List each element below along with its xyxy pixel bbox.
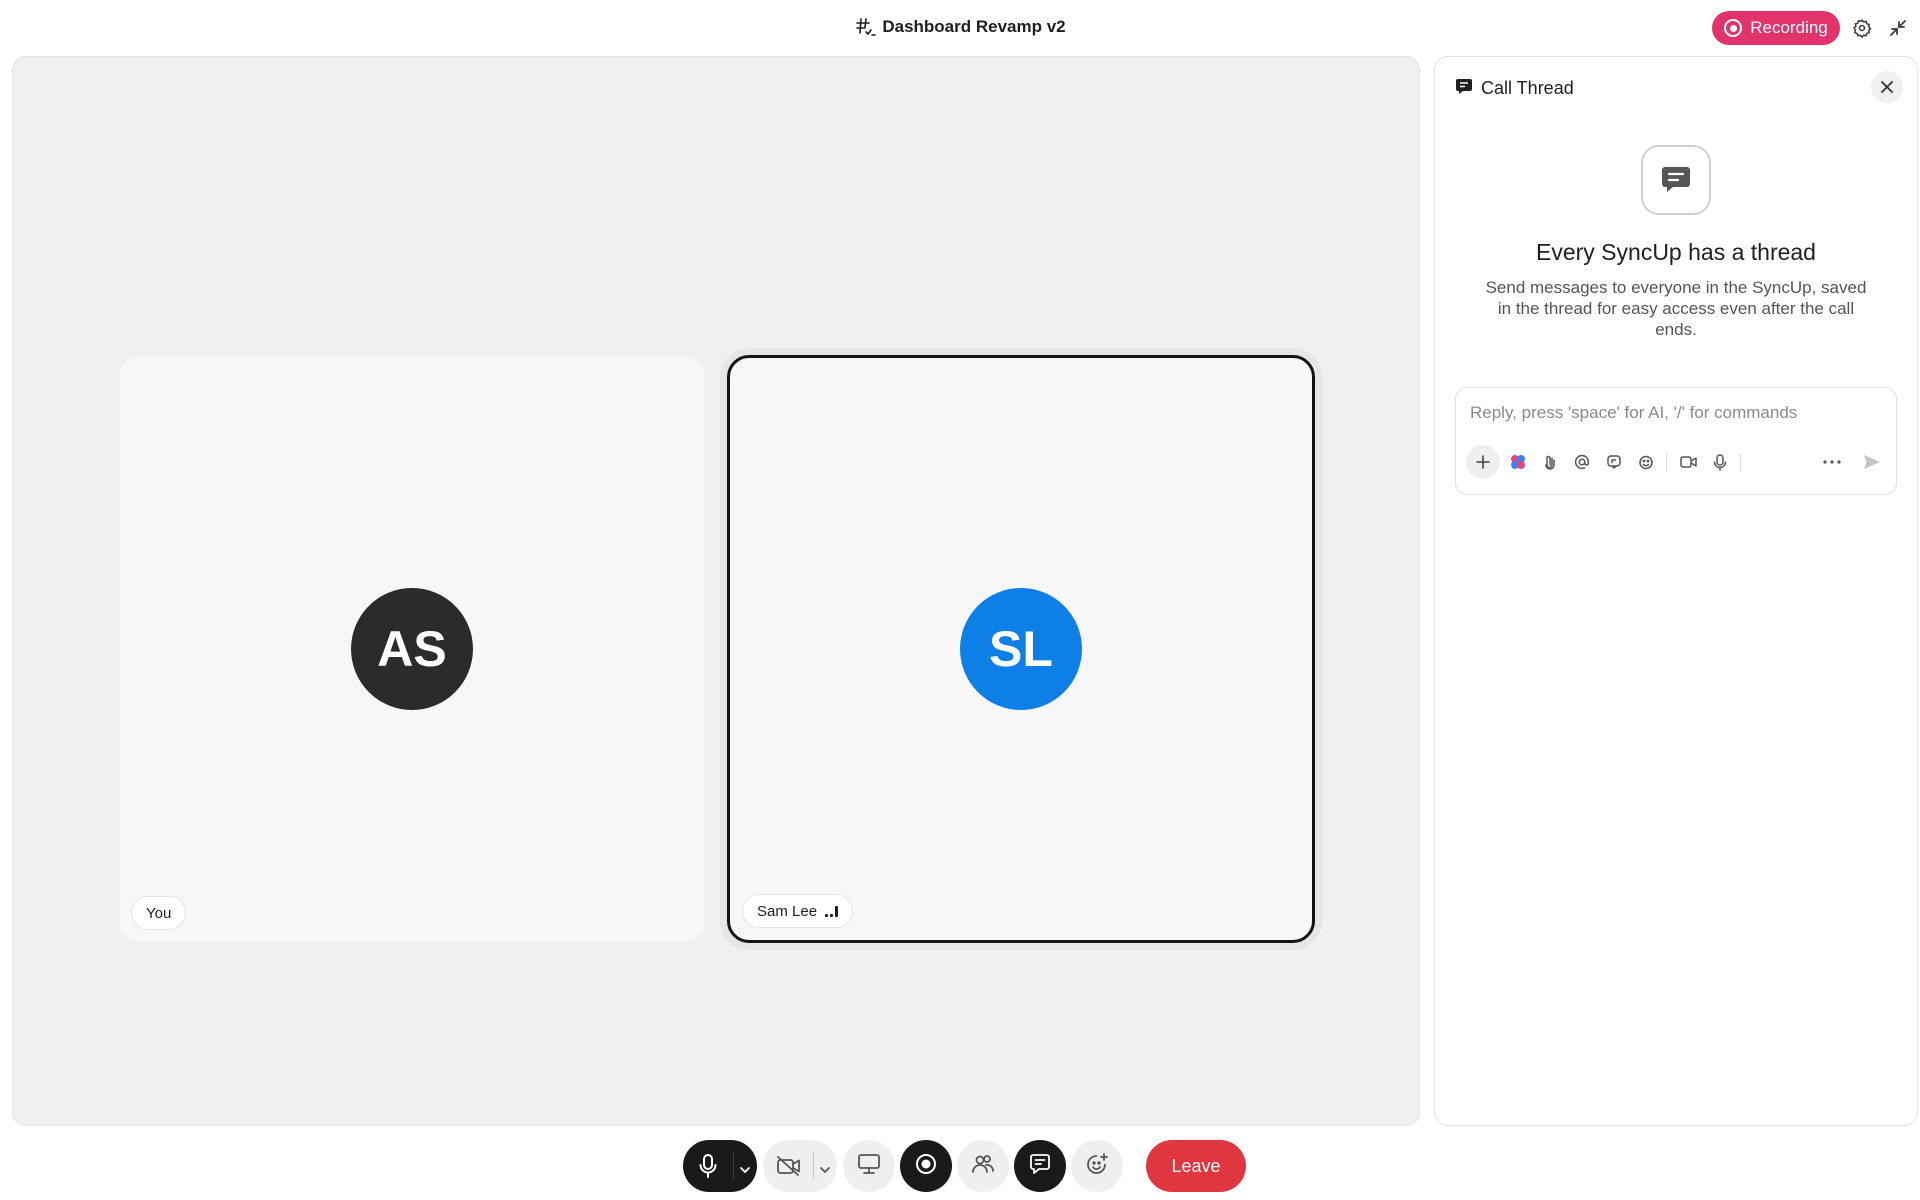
call-thread-panel: Call Thread Every SyncUp has a thread Se…	[1434, 56, 1918, 1126]
empty-state-description: Send messages to everyone in the SyncUp,…	[1485, 278, 1867, 339]
more-options-icon[interactable]	[1816, 446, 1848, 478]
paperclip-icon[interactable]	[1534, 446, 1566, 478]
record-icon	[1724, 19, 1743, 37]
close-panel-button[interactable]	[1871, 71, 1903, 103]
empty-state-title: Every SyncUp has a thread	[1536, 239, 1816, 265]
camera-control[interactable]	[763, 1140, 837, 1192]
reply-input[interactable]	[1470, 400, 1880, 426]
avatar-initials: AS	[377, 621, 447, 677]
thread-empty-icon	[1641, 145, 1711, 215]
top-bar: Dashboard Revamp v2 Recording	[0, 0, 1920, 56]
panel-title: Call Thread	[1481, 78, 1574, 98]
participant-name: You	[146, 904, 172, 922]
panel-header: Call Thread	[1455, 77, 1574, 100]
record-button[interactable]	[900, 1140, 952, 1192]
hash-checklist-icon	[854, 16, 877, 38]
reactions-button[interactable]	[1071, 1140, 1123, 1192]
gear-icon[interactable]	[1850, 16, 1874, 40]
chevron-down-icon[interactable]	[739, 1161, 751, 1179]
collapse-icon[interactable]	[1886, 16, 1910, 40]
participant-name: Sam Lee	[757, 902, 818, 920]
avatar: AS	[351, 588, 473, 710]
signal-strength-icon	[825, 905, 839, 917]
camera-off-icon	[776, 1155, 802, 1182]
recording-label: Recording	[1750, 18, 1828, 37]
avatar-initials: SL	[989, 621, 1053, 677]
monitor-icon	[857, 1153, 881, 1180]
record-icon	[915, 1153, 937, 1180]
ai-brain-icon[interactable]	[1502, 446, 1534, 478]
microphone-icon[interactable]	[1704, 446, 1736, 478]
leave-call-button[interactable]: Leave	[1146, 1140, 1246, 1192]
call-title: Dashboard Revamp v2	[882, 17, 1066, 36]
call-window: Dashboard Revamp v2 Recording AS You SL …	[0, 0, 1920, 1200]
shortcut-icon[interactable]	[1598, 446, 1630, 478]
send-icon[interactable]	[1856, 446, 1888, 478]
microphone-control[interactable]	[683, 1140, 757, 1192]
participants-button[interactable]	[957, 1140, 1009, 1192]
message-composer	[1455, 387, 1897, 495]
chat-toggle-button[interactable]	[1014, 1140, 1066, 1192]
at-mention-icon[interactable]	[1566, 446, 1598, 478]
chat-bubble-icon	[1029, 1153, 1051, 1180]
microphone-icon	[699, 1154, 717, 1183]
emoji-add-icon	[1085, 1152, 1109, 1181]
participant-tile-self[interactable]: AS You	[118, 355, 706, 943]
name-tag: You	[131, 896, 187, 930]
call-title-wrap: Dashboard Revamp v2	[0, 16, 1920, 38]
people-icon	[971, 1153, 995, 1180]
recording-badge[interactable]: Recording	[1712, 11, 1840, 45]
participant-tile-active[interactable]: SL Sam Lee	[727, 355, 1315, 943]
plus-icon[interactable]	[1466, 445, 1500, 479]
emoji-icon[interactable]	[1630, 446, 1662, 478]
call-control-bar: Leave	[0, 1140, 1920, 1192]
chat-bubble-icon	[1455, 77, 1473, 100]
composer-toolbar	[1466, 445, 1890, 479]
screen-share-button[interactable]	[843, 1140, 895, 1192]
video-stage: AS You SL Sam Lee	[12, 56, 1420, 1126]
avatar: SL	[960, 588, 1082, 710]
chevron-down-icon[interactable]	[819, 1161, 831, 1179]
name-tag: Sam Lee	[742, 894, 854, 928]
video-clip-icon[interactable]	[1672, 446, 1704, 478]
